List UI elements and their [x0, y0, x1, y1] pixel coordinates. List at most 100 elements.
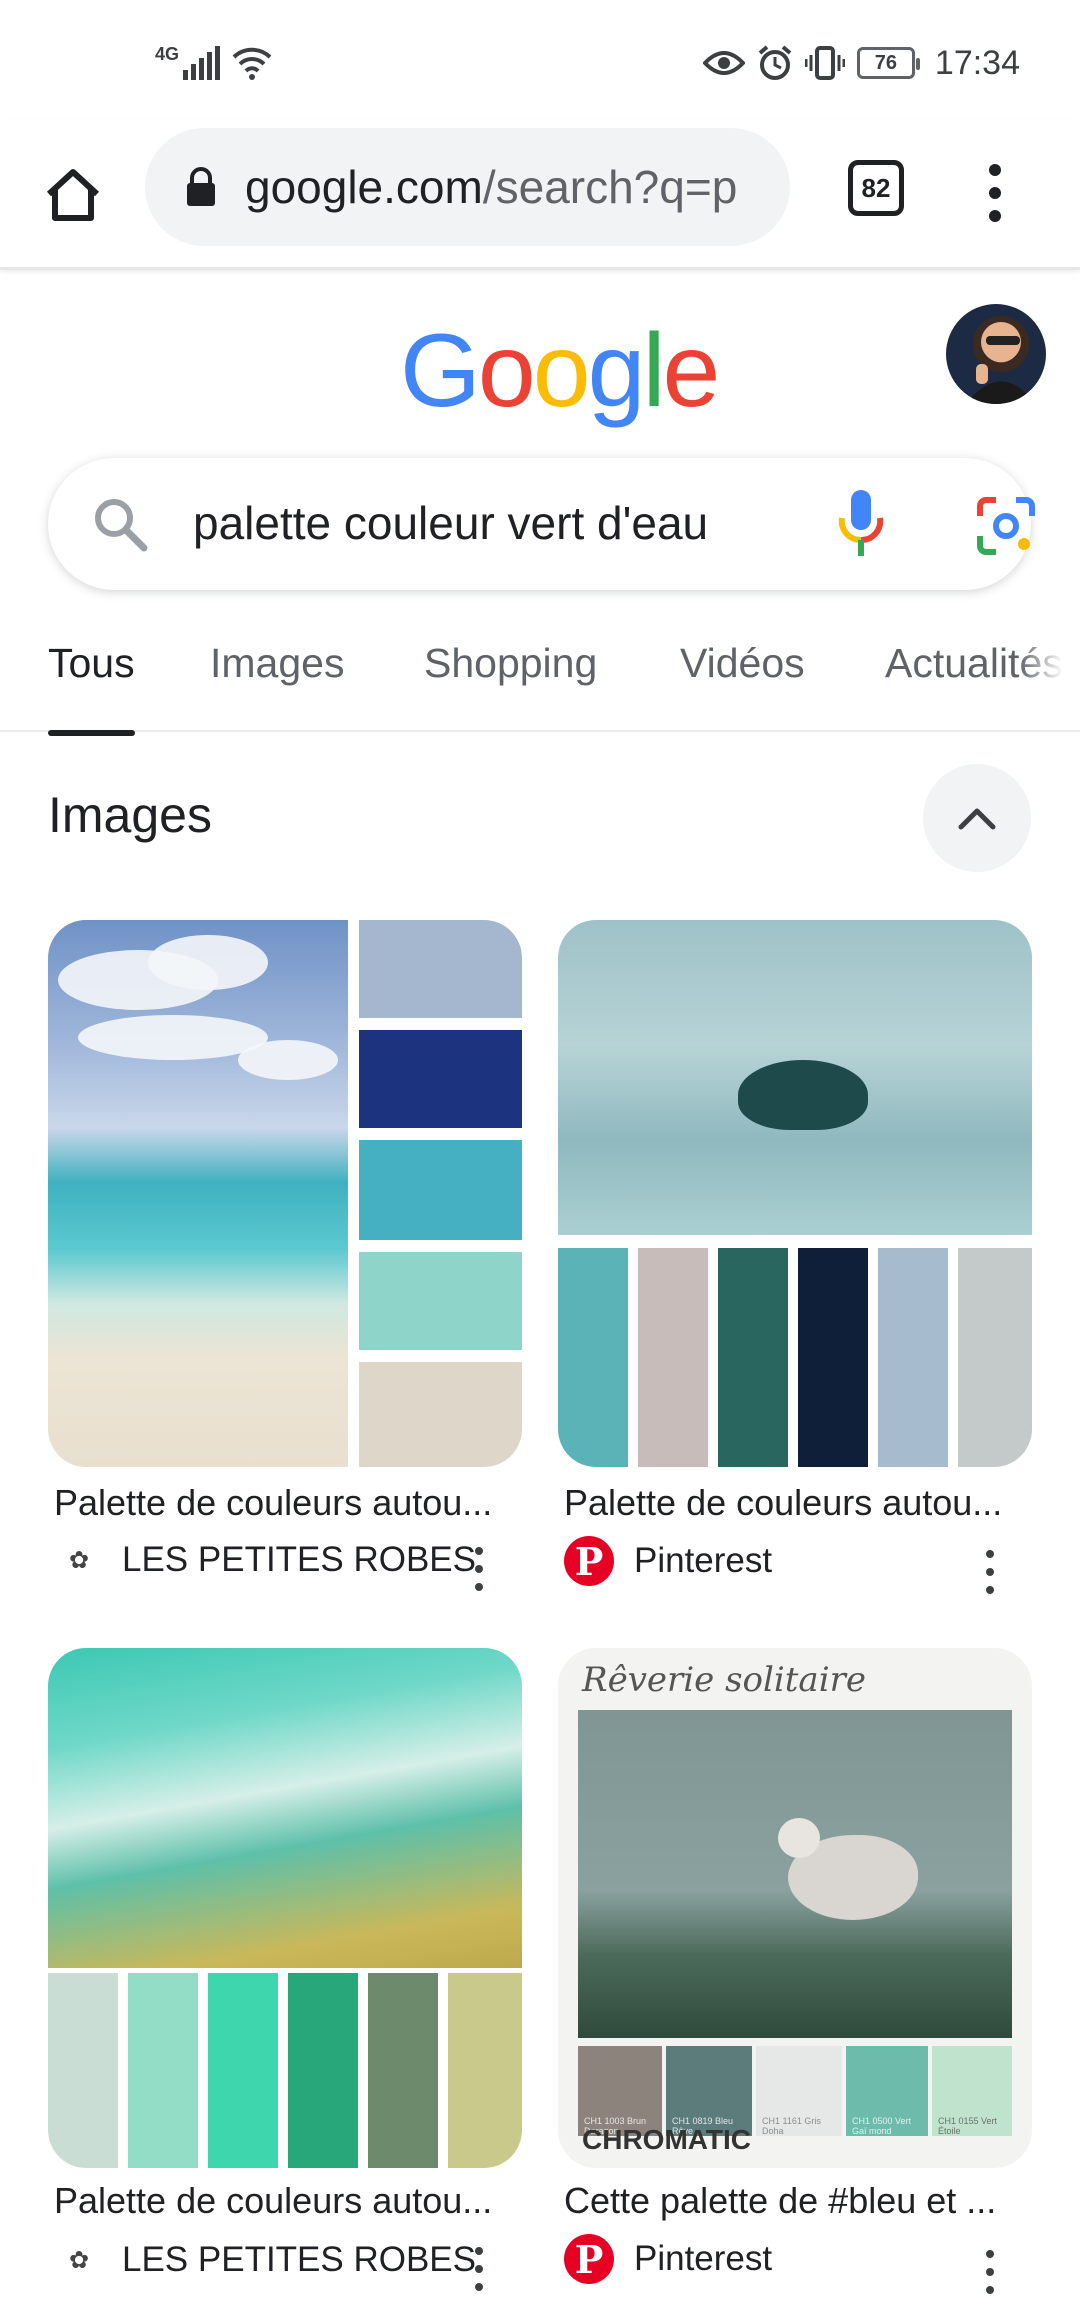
status-left: 4G: [155, 38, 273, 88]
source-name: Pinterest: [634, 1541, 773, 1580]
cloud-shape: [238, 1040, 338, 1080]
images-section-title: Images: [48, 787, 212, 843]
color-swatch: CH1 0155 Vert Étoile: [932, 2046, 1012, 2136]
color-swatch: [448, 1973, 522, 2168]
menu-dot: [989, 210, 1001, 222]
lake-photo: [558, 920, 1032, 1235]
color-swatch: [359, 1362, 522, 1467]
result-title[interactable]: Cette palette de #bleu et ...: [564, 2180, 996, 2222]
color-swatch: [878, 1248, 948, 1467]
result-more-button[interactable]: [983, 2250, 997, 2294]
search-input[interactable]: palette couleur vert d'eau: [193, 496, 793, 550]
microphone-icon[interactable]: [836, 488, 886, 560]
result-source[interactable]: ✿ LES PETITES ROBES: [64, 2240, 476, 2280]
result-source[interactable]: P Pinterest: [564, 2234, 772, 2284]
avatar-icon: [966, 322, 1036, 404]
result-title[interactable]: Palette de couleurs autou...: [564, 1482, 1002, 1524]
logo-letter: l: [642, 313, 665, 429]
search-box[interactable]: palette couleur vert d'eau: [48, 458, 1035, 590]
color-swatch: [208, 1973, 278, 2168]
seagull-photo: [578, 1710, 1012, 2038]
network-type: 4G: [155, 43, 180, 64]
chevron-up-icon: [958, 808, 996, 830]
alarm-icon: [758, 45, 792, 80]
image-heading-text: Rêverie solitaire: [582, 1660, 866, 1700]
source-name: LES PETITES ROBES: [122, 2240, 476, 2279]
search-icon[interactable]: [90, 494, 150, 554]
logo-letter: G: [400, 313, 481, 429]
image-result-thumbnail[interactable]: Rêverie solitaire CH1 1003 Brun Daragon …: [558, 1648, 1032, 2168]
site-favicon-icon: ✿: [68, 2246, 90, 2274]
address-bar[interactable]: google.com/search?q=p: [145, 128, 790, 246]
vibrate-icon: [804, 46, 845, 80]
color-swatch: [798, 1248, 868, 1467]
home-icon: [46, 169, 100, 221]
beach-photo: [48, 920, 348, 1467]
status-right: 76 17:34: [702, 38, 1020, 88]
result-more-button[interactable]: [472, 1547, 486, 1591]
tab-switcher-button[interactable]: 82: [848, 160, 904, 216]
menu-dot: [989, 164, 1001, 176]
browser-menu-button[interactable]: [975, 158, 1015, 228]
swatch-label: CH1 1161 Gris Doha: [762, 2116, 821, 2136]
signal-icon: [183, 46, 221, 80]
menu-dot: [989, 187, 1001, 199]
color-swatch: [48, 1973, 118, 2168]
color-swatch: CH1 1161 Gris Doha: [756, 2046, 842, 2136]
image-result-thumbnail[interactable]: [48, 920, 522, 1467]
swatch-label: CH1 0155 Vert Étoile: [938, 2116, 998, 2136]
color-swatch: [359, 1030, 522, 1128]
result-more-button[interactable]: [983, 1550, 997, 1594]
logo-letter: g: [587, 313, 646, 429]
status-bar: 4G 76 17:34: [0, 0, 1080, 120]
color-swatch: [558, 1248, 628, 1467]
search-tabs: Tous Images Shopping Vidéos Actualités: [0, 620, 1080, 736]
tab-news[interactable]: Actualités: [885, 640, 1063, 687]
color-swatch: [718, 1248, 788, 1467]
google-lens-icon[interactable]: [976, 496, 1036, 556]
swatch-label: CH1 0500 Vert Gaï mond: [852, 2116, 912, 2136]
image-result-thumbnail[interactable]: [48, 1648, 522, 2168]
sea-foam-photo: [48, 1648, 522, 1968]
site-favicon-icon: ✿: [68, 1546, 90, 1574]
logo-letter: o: [532, 313, 591, 429]
island-shape: [738, 1060, 868, 1130]
clock: 17:34: [934, 43, 1020, 82]
tab-images[interactable]: Images: [210, 640, 344, 687]
home-button[interactable]: [38, 160, 108, 230]
result-source[interactable]: P Pinterest: [564, 1536, 772, 1586]
lock-icon[interactable]: [185, 166, 217, 208]
collapse-images-button[interactable]: [923, 764, 1031, 872]
logo-letter: o: [477, 313, 536, 429]
source-name: LES PETITES ROBES: [122, 1540, 476, 1579]
battery-indicator: 76: [856, 47, 920, 79]
result-more-button[interactable]: [472, 2247, 486, 2291]
pinterest-icon: P: [564, 2234, 614, 2284]
url-host: google.com: [245, 161, 483, 213]
color-swatch: [638, 1248, 708, 1467]
color-swatch: [359, 1140, 522, 1240]
color-swatch: [128, 1973, 198, 2168]
color-swatch: [958, 1248, 1032, 1467]
account-avatar[interactable]: [946, 304, 1046, 404]
source-name: Pinterest: [634, 2239, 773, 2278]
result-title[interactable]: Palette de couleurs autou...: [54, 1482, 492, 1524]
result-source[interactable]: ✿ LES PETITES ROBES: [64, 1540, 476, 1580]
url-path: /search?q=p: [482, 161, 738, 213]
google-logo[interactable]: Google: [400, 312, 720, 431]
color-swatch: [359, 920, 522, 1018]
wifi-icon: [232, 47, 272, 80]
result-title[interactable]: Palette de couleurs autou...: [54, 2180, 492, 2222]
tab-all[interactable]: Tous: [48, 640, 135, 736]
tab-videos[interactable]: Vidéos: [680, 640, 805, 687]
color-swatch: [288, 1973, 358, 2168]
eye-icon: [702, 51, 745, 75]
seagull-head-shape: [778, 1818, 820, 1858]
color-swatch: CH1 0819 Bleu Rêve: [666, 2046, 752, 2136]
image-result-thumbnail[interactable]: [558, 920, 1032, 1467]
url-text[interactable]: google.com/search?q=p: [245, 160, 765, 214]
pinterest-icon: P: [564, 1536, 614, 1586]
cloud-shape: [148, 935, 268, 990]
tab-shopping[interactable]: Shopping: [424, 640, 597, 687]
color-swatch: [359, 1252, 522, 1350]
